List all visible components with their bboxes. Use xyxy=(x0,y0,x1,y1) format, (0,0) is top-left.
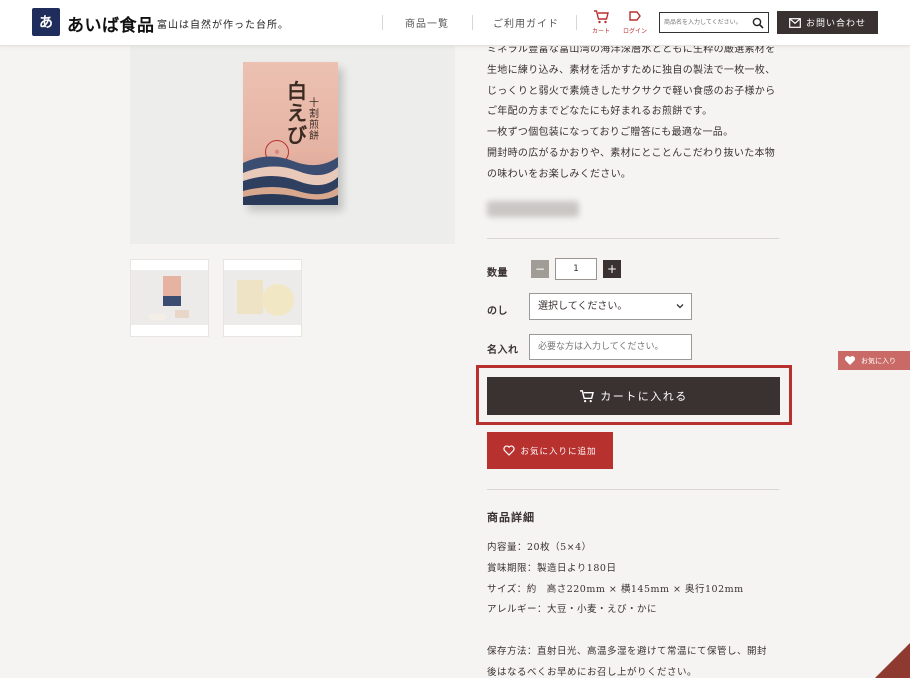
side-favorites-label: お気に入り xyxy=(861,356,896,365)
cart-label: カート xyxy=(591,28,610,35)
nav-divider xyxy=(472,15,473,30)
login-icon xyxy=(628,11,641,21)
description-line: 生地に練り込み、素材を活かすために独自の製法で一枚一枚、 xyxy=(487,64,776,76)
search-input[interactable] xyxy=(664,16,750,29)
nav-divider xyxy=(382,15,383,30)
nav-divider xyxy=(576,15,577,30)
side-favorites-tab[interactable]: お気に入り xyxy=(838,351,910,370)
details-title: 商品詳細 xyxy=(487,511,535,524)
box-title: 白えび xyxy=(287,79,307,147)
thumbnail-2[interactable] xyxy=(223,259,302,337)
details-line: 賞味期限：製造日より180日 xyxy=(487,563,617,574)
divider xyxy=(487,238,779,239)
heart-icon xyxy=(503,445,516,456)
storage-line: 後はなるべくお早めにお召し上がりください。 xyxy=(487,667,698,678)
search-icon[interactable] xyxy=(752,17,764,29)
cart-icon xyxy=(580,390,595,403)
search-box xyxy=(659,12,769,33)
noshi-selected-value: 選択してください。 xyxy=(538,301,628,312)
name-input[interactable] xyxy=(529,334,692,360)
cart-icon xyxy=(594,10,609,24)
divider xyxy=(487,489,779,490)
add-to-cart-label: カートに入れる xyxy=(600,390,688,403)
product-description: ミネラル豊富な富山湾の海洋深層水とともに生粋の厳選素材を 生地に練り込み、素材を… xyxy=(487,40,787,186)
add-to-cart-button[interactable]: カートに入れる xyxy=(487,377,780,415)
add-to-favorites-button[interactable]: お気に入りに追加 xyxy=(487,432,613,469)
qty-input[interactable] xyxy=(555,258,597,280)
nav-user-guide[interactable]: ご利用ガイド xyxy=(493,15,559,30)
thumbnail-cracker-image xyxy=(237,280,294,316)
qty-plus-button[interactable]: + xyxy=(603,260,621,278)
brand-name[interactable]: あいば食品 xyxy=(67,11,155,36)
name-label: 名入れ xyxy=(487,345,519,356)
contact-label: お問い合わせ xyxy=(805,19,866,29)
noshi-label: のし xyxy=(487,306,508,317)
details-line: アレルギー：大豆・小麦・えび・かに xyxy=(487,604,658,615)
description-line: じっくりと弱火で素焼きしたサクサクで軽い食感のお子様から xyxy=(487,85,776,97)
description-line: ご年配の方までどなたにも好まれるお煎餅です。 xyxy=(487,106,713,118)
details-line: 内容量：20枚（5×4） xyxy=(487,542,592,553)
chevron-down-icon xyxy=(676,304,684,309)
page-top-corner[interactable] xyxy=(875,643,910,678)
noshi-select[interactable]: 選択してください。 xyxy=(529,293,692,320)
tagline: 富山は自然が作った台所。 xyxy=(157,20,289,31)
heart-icon xyxy=(844,356,856,365)
box-wave-pattern xyxy=(243,156,338,205)
qty-label: 数量 xyxy=(487,268,508,279)
qty-minus-button[interactable]: − xyxy=(531,260,549,278)
nav-product-list[interactable]: 商品一覧 xyxy=(405,15,449,30)
login-link[interactable]: ログイン xyxy=(621,9,649,35)
blurred-price xyxy=(487,201,579,217)
description-line: 一枚ずつ個包装になっておりご贈答にも最適な一品。 xyxy=(487,127,734,139)
thumbnail-product-image xyxy=(149,276,189,321)
contact-button[interactable]: お問い合わせ xyxy=(777,11,878,34)
cart-link[interactable]: カート xyxy=(587,9,615,35)
logo-icon[interactable]: あ xyxy=(32,8,60,36)
storage-line: 保存方法：直射日光、高温多湿を避けて常温にて保管し、開封 xyxy=(487,646,768,657)
product-main-image: 白えび 十割煎餅 ◎ xyxy=(130,44,455,244)
box-subtitle: 十割煎餅 xyxy=(309,98,319,142)
product-box-illustration: 白えび 十割煎餅 ◎ xyxy=(243,62,338,205)
details-line: サイズ：約 高さ220mm × 横145mm × 奥行102mm xyxy=(487,584,744,595)
thumbnail-1[interactable] xyxy=(130,259,209,337)
description-line: の味わいをお楽しみください。 xyxy=(487,168,632,180)
add-to-favorites-label: お気に入りに追加 xyxy=(520,446,597,457)
site-header: あ あいば食品 富山は自然が作った台所。 商品一覧 ご利用ガイド カート ログイ… xyxy=(0,0,910,46)
mail-icon xyxy=(789,17,801,28)
description-line: 開封時の広がるかおりや、素材にとことんこだわり抜いた本物 xyxy=(487,147,776,159)
login-label: ログイン xyxy=(622,28,647,35)
